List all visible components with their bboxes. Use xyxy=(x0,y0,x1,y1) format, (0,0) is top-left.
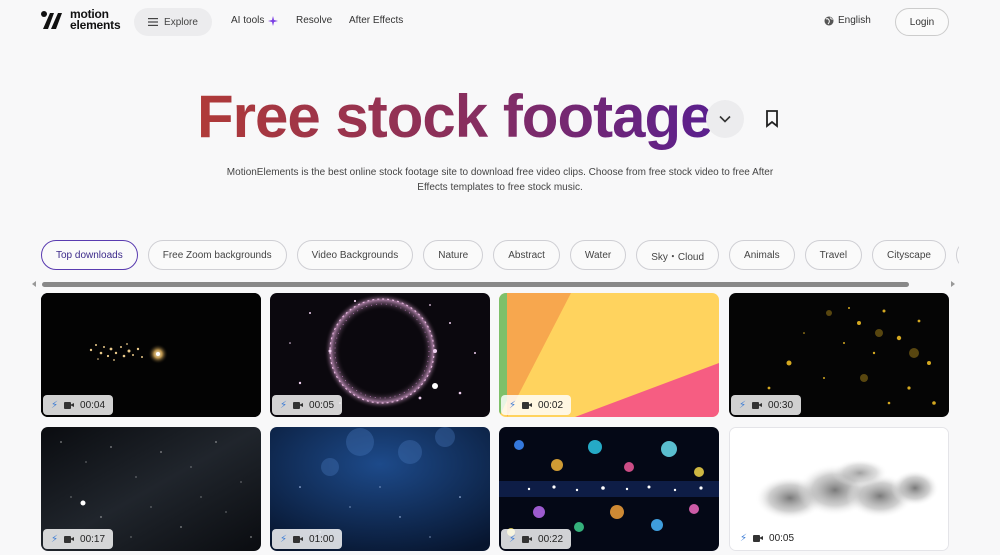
video-card[interactable]: ⚡ 00:05 xyxy=(270,293,490,417)
lightning-icon: ⚡ xyxy=(51,399,59,411)
tag-sky-cloud[interactable]: Sky・Cloud xyxy=(636,240,720,270)
nav-after-effects[interactable]: After Effects xyxy=(349,15,403,26)
scroll-left-arrow-icon[interactable] xyxy=(32,281,36,287)
lightning-icon: ⚡ xyxy=(739,399,747,411)
video-camera-icon xyxy=(522,535,533,543)
motionelements-logo[interactable]: motion elements xyxy=(40,8,121,32)
bookmark-icon xyxy=(765,110,779,128)
video-camera-icon xyxy=(752,401,763,409)
video-card[interactable]: ⚡ 01:00 xyxy=(270,427,490,551)
duration-badge: ⚡ 01:00 xyxy=(272,529,343,549)
lightning-icon: ⚡ xyxy=(740,532,748,544)
duration-badge: ⚡ 00:22 xyxy=(501,529,572,549)
video-camera-icon xyxy=(293,401,304,409)
video-card[interactable]: ⚡ 00:04 xyxy=(41,293,261,417)
tag-cityscape[interactable]: Cityscape xyxy=(872,240,946,270)
scroll-right-arrow-icon[interactable] xyxy=(951,281,955,287)
lightning-icon: ⚡ xyxy=(280,533,288,545)
tag-abstract[interactable]: Abstract xyxy=(493,240,560,270)
logo-mark-icon xyxy=(40,9,66,31)
tags-scrollbar[interactable] xyxy=(42,282,909,287)
category-tags: Top downloads Free Zoom backgrounds Vide… xyxy=(41,240,959,270)
duration-badge: ⚡ 00:30 xyxy=(731,395,802,415)
nav-resolve[interactable]: Resolve xyxy=(296,15,332,26)
video-card[interactable]: ⚡ 00:05 xyxy=(729,427,949,551)
sparkle-icon xyxy=(268,15,279,26)
lightning-icon: ⚡ xyxy=(280,399,288,411)
duration-badge: ⚡ 00:05 xyxy=(272,395,343,415)
nav-ai-tools[interactable]: AI tools xyxy=(231,15,279,26)
lightning-icon: ⚡ xyxy=(509,399,517,411)
duration-label: 00:17 xyxy=(80,533,106,545)
tag-travel[interactable]: Travel xyxy=(804,240,863,270)
tag-animals[interactable]: Animals xyxy=(729,240,795,270)
video-camera-icon xyxy=(64,535,75,543)
description-line-1: MotionElements is the best online stock … xyxy=(226,167,774,178)
video-camera-icon xyxy=(293,535,304,543)
duration-label: 00:05 xyxy=(769,532,795,544)
description-line-2: Effects templates to free stock music. xyxy=(417,182,583,193)
explore-label: Explore xyxy=(164,16,198,28)
duration-badge: ⚡ 00:17 xyxy=(43,529,114,549)
globe-icon xyxy=(824,16,834,26)
video-camera-icon xyxy=(64,401,75,409)
lightning-icon: ⚡ xyxy=(51,533,59,545)
duration-badge: ⚡ 00:05 xyxy=(732,528,803,548)
video-card[interactable]: ⚡ 00:17 xyxy=(41,427,261,551)
language-label: English xyxy=(838,15,871,26)
duration-label: 00:05 xyxy=(309,399,335,411)
page-description: MotionElements is the best online stock … xyxy=(210,165,790,195)
login-button[interactable]: Login xyxy=(895,8,949,36)
video-camera-icon xyxy=(753,534,764,542)
duration-label: 00:22 xyxy=(538,533,564,545)
tag-water[interactable]: Water xyxy=(569,240,627,270)
duration-badge: ⚡ 00:04 xyxy=(43,395,114,415)
tag-video-backgrounds[interactable]: Video Backgrounds xyxy=(296,240,414,270)
tag-top-downloads[interactable]: Top downloads xyxy=(41,240,138,270)
tag-nature[interactable]: Nature xyxy=(423,240,484,270)
logo-text-line2: elements xyxy=(70,18,121,32)
duration-label: 01:00 xyxy=(309,533,335,545)
site-header: motion elements Explore AI tools Resolve… xyxy=(0,0,1000,44)
duration-badge: ⚡ 00:02 xyxy=(501,395,572,415)
tag-other[interactable]: Ot xyxy=(955,240,959,270)
language-selector[interactable]: English xyxy=(824,15,871,26)
bookmark-button[interactable] xyxy=(765,110,779,128)
video-card[interactable]: ⚡ 00:02 xyxy=(499,293,719,417)
duration-label: 00:02 xyxy=(538,399,564,411)
chevron-down-icon xyxy=(719,115,731,123)
tag-free-zoom-backgrounds[interactable]: Free Zoom backgrounds xyxy=(147,240,287,270)
video-card[interactable]: ⚡ 00:30 xyxy=(729,293,949,417)
duration-label: 00:04 xyxy=(80,399,106,411)
duration-label: 00:30 xyxy=(768,399,794,411)
video-camera-icon xyxy=(522,401,533,409)
lightning-icon: ⚡ xyxy=(509,533,517,545)
menu-icon xyxy=(148,18,159,26)
video-card[interactable]: ⚡ 00:22 xyxy=(499,427,719,551)
title-dropdown-button[interactable] xyxy=(706,100,744,138)
explore-button[interactable]: Explore xyxy=(134,8,212,36)
nav-ai-tools-label: AI tools xyxy=(231,15,265,26)
page-title: Free stock footage xyxy=(197,83,713,150)
